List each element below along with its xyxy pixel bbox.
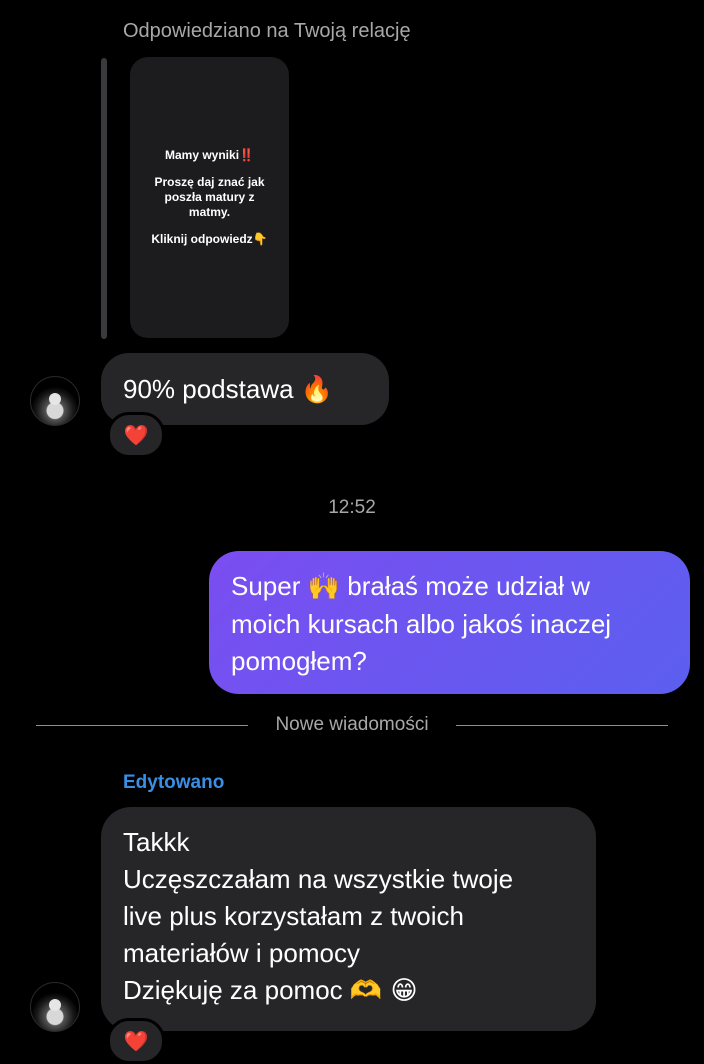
story-text-1: Mamy wyniki (165, 148, 240, 162)
message-line: Takkk (123, 827, 190, 857)
heart-icon: ❤️ (123, 423, 149, 447)
sender-avatar[interactable] (30, 376, 80, 426)
outgoing-message-bubble[interactable]: Super 🙌 brałaś może udział w moich kursa… (209, 551, 690, 694)
story-preview[interactable]: Mamy wyniki‼️ Proszę daj znać jak poszła… (130, 57, 289, 338)
outgoing-line-3: pomogłem? (231, 646, 367, 676)
outgoing-line-2: moich kursach albo jakoś inaczej (231, 609, 612, 639)
message-line: live plus korzystałam z twoich (123, 901, 464, 931)
message-line: Uczęszczałam na wszystkie twoje (123, 864, 514, 894)
heart-reaction-2[interactable]: ❤️ (107, 1018, 165, 1064)
heart-reaction[interactable]: ❤️ (107, 412, 165, 458)
message-line-last: Dziękuję za pomoc 🫶 😁 (123, 972, 574, 1010)
outgoing-text-1b: brałaś może udział w (347, 571, 591, 601)
message-timestamp: 12:52 (328, 497, 376, 518)
raising-hands-icon: 🙌 (307, 572, 340, 602)
outgoing-text-1a: Super (231, 571, 301, 601)
fire-icon: 🔥 (300, 375, 334, 405)
message-text-last: Dziękuję za pomoc (123, 975, 343, 1005)
pointing-down-icon: 👇 (252, 232, 268, 246)
story-line-1: Mamy wyniki‼️ (165, 148, 254, 163)
double-exclamation-icon: ‼️ (239, 148, 254, 162)
message-text: 90% podstawa (123, 374, 294, 404)
divider-line-right (456, 725, 668, 726)
reply-context-label: Odpowiedziano na Twoją relację (123, 20, 411, 42)
heart-hands-grin-icons: 🫶 😁 (349, 976, 418, 1006)
edited-label[interactable]: Edytowano (123, 772, 224, 794)
reply-indicator-bar (101, 58, 107, 339)
story-line-2: Proszę daj znać jak poszła matury z matm… (154, 175, 265, 219)
story-line-3: Kliknij odpowiedz👇 (151, 232, 267, 247)
outgoing-line-1: Super 🙌 brałaś może udział w (231, 568, 668, 606)
sender-avatar-2[interactable] (30, 982, 80, 1032)
incoming-message-bubble-2[interactable]: Takkk Uczęszczałam na wszystkie twoje li… (101, 807, 596, 1031)
heart-icon: ❤️ (123, 1029, 149, 1053)
story-text-3: Kliknij odpowiedz (151, 232, 253, 246)
message-line: materiałów i pomocy (123, 938, 360, 968)
